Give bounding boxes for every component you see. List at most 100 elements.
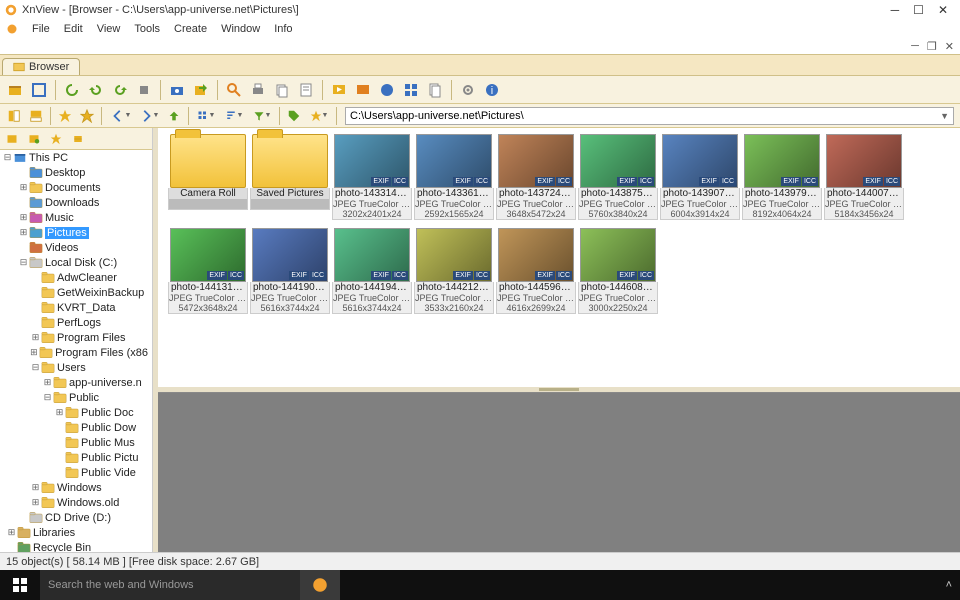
- tree-item[interactable]: Public Pictu: [0, 450, 152, 465]
- taskbar-search[interactable]: Search the web and Windows: [40, 570, 300, 600]
- folder-item[interactable]: Camera Roll: [168, 134, 248, 220]
- tree-item[interactable]: ⊟This PC: [0, 150, 152, 165]
- menu-edit[interactable]: Edit: [64, 23, 83, 35]
- tab-browser[interactable]: Browser: [2, 58, 80, 75]
- rating-button[interactable]: ▼: [306, 106, 332, 126]
- folder-item[interactable]: Saved Pictures: [250, 134, 330, 220]
- tree-item[interactable]: Public Vide: [0, 465, 152, 480]
- tree-item[interactable]: ⊞Libraries: [0, 525, 152, 540]
- tree-item[interactable]: ⊞Program Files (x86: [0, 345, 152, 360]
- photo-item[interactable]: EXIFICC photo-14397980... JPEG TrueColor…: [742, 134, 822, 220]
- nav-tree-toggle[interactable]: [4, 106, 24, 126]
- address-bar[interactable]: C:\Users\app-universe.net\Pictures\ ▼: [345, 107, 954, 125]
- tree-item[interactable]: GetWeixinBackup: [0, 285, 152, 300]
- tree-item[interactable]: Desktop: [0, 165, 152, 180]
- taskbar-app-xnview[interactable]: [300, 570, 340, 600]
- menu-file[interactable]: File: [32, 23, 50, 35]
- tree-item[interactable]: ⊞Documents: [0, 180, 152, 195]
- slideshow-button[interactable]: [328, 79, 350, 101]
- nav-fav-add[interactable]: [55, 106, 75, 126]
- tree-item[interactable]: ⊟Local Disk (C:): [0, 255, 152, 270]
- tree-item[interactable]: CD Drive (D:): [0, 510, 152, 525]
- contact-sheet-button[interactable]: [400, 79, 422, 101]
- nav-preview-toggle[interactable]: [26, 106, 46, 126]
- nav-back[interactable]: ▼: [108, 106, 134, 126]
- rotate-right-button[interactable]: [109, 79, 131, 101]
- photo-item[interactable]: EXIFICC photo-14336161... JPEG TrueColor…: [414, 134, 494, 220]
- tree-item[interactable]: KVRT_Data: [0, 300, 152, 315]
- tree-item[interactable]: ⊞Music: [0, 210, 152, 225]
- menu-create[interactable]: Create: [174, 23, 207, 35]
- photo-item[interactable]: EXIFICC photo-14331487... JPEG TrueColor…: [332, 134, 412, 220]
- view-mode[interactable]: ▼: [193, 106, 219, 126]
- search-button[interactable]: [223, 79, 245, 101]
- tree-item[interactable]: AdwCleaner: [0, 270, 152, 285]
- maximize-button[interactable]: ☐: [913, 3, 924, 17]
- import-button[interactable]: [190, 79, 212, 101]
- close-button[interactable]: ✕: [938, 3, 948, 17]
- menu-tools[interactable]: Tools: [134, 23, 160, 35]
- convert-button[interactable]: [352, 79, 374, 101]
- tree-item[interactable]: ⊞Public Doc: [0, 405, 152, 420]
- photo-thumb: EXIFICC: [744, 134, 820, 188]
- nav-up[interactable]: [164, 106, 184, 126]
- photo-item[interactable]: EXIFICC photo-14387555... JPEG TrueColor…: [578, 134, 658, 220]
- item-name: Camera Roll: [169, 188, 247, 199]
- menu-view[interactable]: View: [97, 23, 121, 35]
- photo-item[interactable]: EXIFICC photo-14459640... JPEG TrueColor…: [496, 228, 576, 314]
- tree-btn-2[interactable]: [26, 131, 42, 147]
- mdi-close[interactable]: ✕: [945, 40, 954, 53]
- taskbar-tray[interactable]: ˄: [946, 579, 960, 591]
- open-button[interactable]: [4, 79, 26, 101]
- tree-btn-4[interactable]: [70, 131, 86, 147]
- photo-item[interactable]: EXIFICC photo-14460805... JPEG TrueColor…: [578, 228, 658, 314]
- rotate-left-button[interactable]: [85, 79, 107, 101]
- fullscreen-button[interactable]: [28, 79, 50, 101]
- tree-item[interactable]: Recycle Bin: [0, 540, 152, 552]
- photo-item[interactable]: EXIFICC photo-14419432... JPEG TrueColor…: [332, 228, 412, 314]
- folder-tree[interactable]: ⊟This PCDesktop⊞DocumentsDownloads⊞Music…: [0, 128, 153, 552]
- about-button[interactable]: i: [481, 79, 503, 101]
- menu-info[interactable]: Info: [274, 23, 292, 35]
- tree-item[interactable]: ⊞Windows: [0, 480, 152, 495]
- tag-button[interactable]: [284, 106, 304, 126]
- menu-window[interactable]: Window: [221, 23, 260, 35]
- tree-item[interactable]: ⊟Public: [0, 390, 152, 405]
- tree-item[interactable]: Downloads: [0, 195, 152, 210]
- nav-forward[interactable]: ▼: [136, 106, 162, 126]
- photo-item[interactable]: EXIFICC photo-14413123... JPEG TrueColor…: [168, 228, 248, 314]
- photo-item[interactable]: EXIFICC photo-14390742... JPEG TrueColor…: [660, 134, 740, 220]
- tree-item[interactable]: Videos: [0, 240, 152, 255]
- multipage-button[interactable]: [424, 79, 446, 101]
- start-button[interactable]: [0, 570, 40, 600]
- options-button[interactable]: [457, 79, 479, 101]
- tree-item[interactable]: ⊟Users: [0, 360, 152, 375]
- print-button[interactable]: [247, 79, 269, 101]
- refresh-button[interactable]: [61, 79, 83, 101]
- tree-item[interactable]: ⊞Windows.old: [0, 495, 152, 510]
- copy-button[interactable]: [271, 79, 293, 101]
- acquire-button[interactable]: [166, 79, 188, 101]
- properties-button[interactable]: [295, 79, 317, 101]
- photo-item[interactable]: EXIFICC photo-14421201... JPEG TrueColor…: [414, 228, 494, 314]
- stop-button[interactable]: [133, 79, 155, 101]
- thumbnail-pane[interactable]: Camera Roll Saved Pictures EXIFICC photo…: [158, 128, 960, 387]
- webpage-button[interactable]: [376, 79, 398, 101]
- tree-btn-1[interactable]: [4, 131, 20, 147]
- tree-item[interactable]: ⊞Program Files: [0, 330, 152, 345]
- mdi-minimize[interactable]: ─: [911, 40, 919, 53]
- tree-item[interactable]: PerfLogs: [0, 315, 152, 330]
- minimize-button[interactable]: ─: [891, 3, 900, 17]
- tree-item[interactable]: ⊞app-universe.n: [0, 375, 152, 390]
- nav-fav-button[interactable]: [77, 106, 97, 126]
- tree-btn-3[interactable]: [48, 131, 64, 147]
- mdi-restore[interactable]: ❐: [927, 40, 937, 53]
- tree-item[interactable]: Public Mus: [0, 435, 152, 450]
- filter-mode[interactable]: ▼: [249, 106, 275, 126]
- tree-item[interactable]: Public Dow: [0, 420, 152, 435]
- photo-item[interactable]: EXIFICC photo-14372404... JPEG TrueColor…: [496, 134, 576, 220]
- sort-mode[interactable]: ▼: [221, 106, 247, 126]
- tree-item[interactable]: ⊞Pictures: [0, 225, 152, 240]
- photo-item[interactable]: EXIFICC photo-14400739... JPEG TrueColor…: [824, 134, 904, 220]
- photo-item[interactable]: EXIFICC photo-14419063... JPEG TrueColor…: [250, 228, 330, 314]
